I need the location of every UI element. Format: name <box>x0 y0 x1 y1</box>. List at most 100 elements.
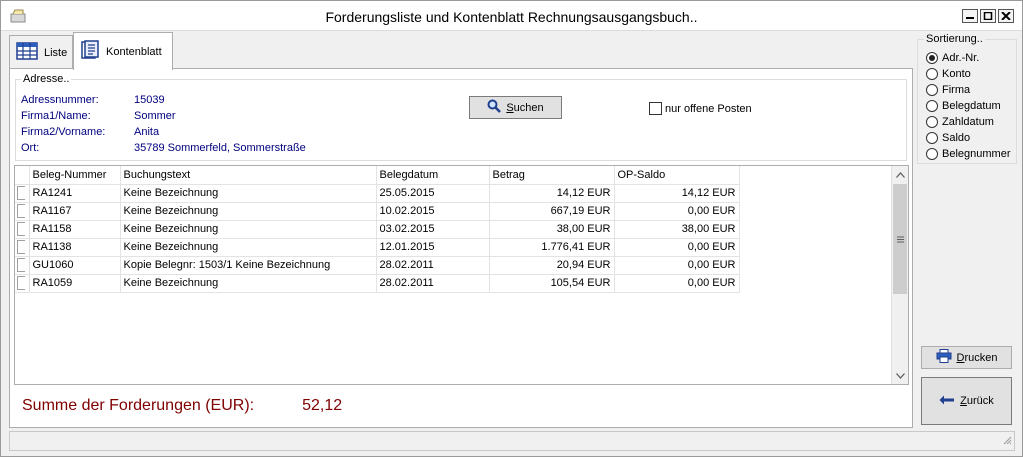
search-button[interactable]: Suchen <box>469 96 562 119</box>
cell-buchungstext: Keine Bezeichnung <box>120 220 377 239</box>
row-selector[interactable] <box>15 184 30 203</box>
scroll-up-icon[interactable] <box>892 166 908 183</box>
row-selector[interactable] <box>15 220 30 239</box>
tab-label: Kontenblatt <box>106 45 162 58</box>
cell-betrag: 1.776,41 EUR <box>489 238 615 257</box>
cell-op-saldo: 0,00 EUR <box>614 238 740 257</box>
close-button[interactable] <box>998 9 1014 23</box>
sort-option-label: Adr.-Nr. <box>942 52 980 64</box>
printer-icon <box>936 349 952 366</box>
open-items-label: nur offene Posten <box>665 102 752 115</box>
sort-option-label: Saldo <box>942 132 971 144</box>
row-selector[interactable] <box>15 274 30 293</box>
table-row[interactable]: GU1060 Kopie Belegnr: 1503/1 Keine Bezei… <box>15 256 740 275</box>
column-header-belegdatum[interactable]: Belegdatum <box>376 166 490 185</box>
sort-option-belegnummer[interactable]: Belegnummer <box>926 148 1010 160</box>
radio-icon[interactable] <box>926 100 938 112</box>
cell-beleg-nummer: RA1167 <box>29 202 121 221</box>
cell-beleg-nummer: GU1060 <box>29 256 121 275</box>
scroll-thumb[interactable] <box>893 184 907 294</box>
cell-belegdatum: 25.05.2015 <box>376 184 490 203</box>
table-row[interactable]: RA1241 Keine Bezeichnung 25.05.2015 14,1… <box>15 184 740 203</box>
row-selector[interactable] <box>15 238 30 257</box>
table-row[interactable]: RA1059 Keine Bezeichnung 28.02.2011 105,… <box>15 274 740 293</box>
cell-op-saldo: 14,12 EUR <box>614 184 740 203</box>
cell-betrag: 14,12 EUR <box>489 184 615 203</box>
receivables-total-value: 52,12 <box>302 397 343 414</box>
sort-option-label: Konto <box>942 68 971 80</box>
cell-betrag: 20,94 EUR <box>489 256 615 275</box>
cell-op-saldo: 38,00 EUR <box>614 220 740 239</box>
window-title: Forderungsliste und Kontenblatt Rechnung… <box>325 9 698 25</box>
invoice-table: Beleg-Nummer Buchungstext Belegdatum Bet… <box>14 165 909 385</box>
cell-beleg-nummer: RA1059 <box>29 274 121 293</box>
table-row[interactable]: RA1167 Keine Bezeichnung 10.02.2015 667,… <box>15 202 740 221</box>
print-label: Drucken <box>956 351 998 364</box>
cell-beleg-nummer: RA1158 <box>29 220 121 239</box>
sort-option-firma[interactable]: Firma <box>926 84 970 96</box>
column-header-op-saldo[interactable]: OP-Saldo <box>614 166 740 185</box>
table-row[interactable]: RA1138 Keine Bezeichnung 12.01.2015 1.77… <box>15 238 740 257</box>
column-header-betrag[interactable]: Betrag <box>489 166 615 185</box>
vertical-scrollbar[interactable] <box>891 166 908 384</box>
maximize-button[interactable] <box>980 9 996 23</box>
firma1-label: Firma1/Name: <box>21 110 91 122</box>
ort-value: 35789 Sommerfeld, Sommerstraße <box>134 142 306 154</box>
kontenblatt-panel: Adresse.. Adressnummer: 15039 Firma1/Nam… <box>9 68 913 428</box>
open-items-checkbox[interactable] <box>649 102 662 115</box>
radio-icon[interactable] <box>926 132 938 144</box>
ort-label: Ort: <box>21 142 40 154</box>
cell-buchungstext: Kopie Belegnr: 1503/1 Keine Bezeichnung <box>120 256 377 275</box>
tab-label: Liste <box>44 46 68 59</box>
cell-beleg-nummer: RA1138 <box>29 238 121 257</box>
cell-buchungstext: Keine Bezeichnung <box>120 184 377 203</box>
status-bar <box>9 431 1015 451</box>
sort-option-label: Firma <box>942 84 971 96</box>
address-number-label: Adressnummer: <box>21 94 99 106</box>
search-label: Suchen <box>506 101 544 114</box>
tab-liste[interactable]: Liste <box>9 35 73 69</box>
radio-icon[interactable] <box>926 84 938 96</box>
cell-belegdatum: 28.02.2011 <box>376 274 490 293</box>
row-selector-header <box>15 166 30 185</box>
radio-icon[interactable] <box>926 68 938 80</box>
table-icon <box>16 42 38 63</box>
open-items-filter[interactable]: nur offene Posten <box>649 102 752 115</box>
sort-option-adr-nr[interactable]: Adr.-Nr. <box>926 52 979 64</box>
firma2-label: Firma2/Vorname: <box>21 126 106 138</box>
title-bar: Forderungsliste und Kontenblatt Rechnung… <box>1 1 1022 31</box>
column-header-buchungstext[interactable]: Buchungstext <box>120 166 377 185</box>
column-header-beleg-nummer[interactable]: Beleg-Nummer <box>29 166 121 185</box>
cell-op-saldo: 0,00 EUR <box>614 256 740 275</box>
back-button[interactable]: Zurück <box>921 377 1012 425</box>
radio-icon[interactable] <box>926 116 938 128</box>
address-number-value: 15039 <box>134 94 165 106</box>
sort-option-saldo[interactable]: Saldo <box>926 132 970 144</box>
tab-kontenblatt[interactable]: Kontenblatt <box>73 32 173 70</box>
print-button[interactable]: Drucken <box>921 346 1012 369</box>
cell-beleg-nummer: RA1241 <box>29 184 121 203</box>
ledger-icon <box>80 40 100 63</box>
resize-grip-icon[interactable] <box>1002 435 1012 448</box>
invoice-grid: Beleg-Nummer Buchungstext Belegdatum Bet… <box>15 166 740 293</box>
cell-betrag: 105,54 EUR <box>489 274 615 293</box>
scroll-down-icon[interactable] <box>892 367 908 384</box>
cell-op-saldo: 0,00 EUR <box>614 274 740 293</box>
row-selector[interactable] <box>15 256 30 275</box>
sort-option-zahldatum[interactable]: Zahldatum <box>926 116 994 128</box>
receivables-total-label: Summe der Forderungen (EUR): <box>22 397 255 414</box>
table-row[interactable]: RA1158 Keine Bezeichnung 03.02.2015 38,0… <box>15 220 740 239</box>
minimize-button[interactable] <box>962 9 978 23</box>
radio-selected-icon[interactable] <box>926 52 938 64</box>
sort-legend: Sortierung.. <box>924 33 985 45</box>
cell-buchungstext: Keine Bezeichnung <box>120 274 377 293</box>
sort-option-konto[interactable]: Konto <box>926 68 971 80</box>
firma1-value: Sommer <box>134 110 176 122</box>
sort-option-belegdatum[interactable]: Belegdatum <box>926 100 1001 112</box>
sort-option-label: Belegdatum <box>942 100 1001 112</box>
row-selector[interactable] <box>15 202 30 221</box>
cell-buchungstext: Keine Bezeichnung <box>120 202 377 221</box>
radio-icon[interactable] <box>926 148 938 160</box>
cell-belegdatum: 12.01.2015 <box>376 238 490 257</box>
address-legend: Adresse.. <box>21 73 72 85</box>
